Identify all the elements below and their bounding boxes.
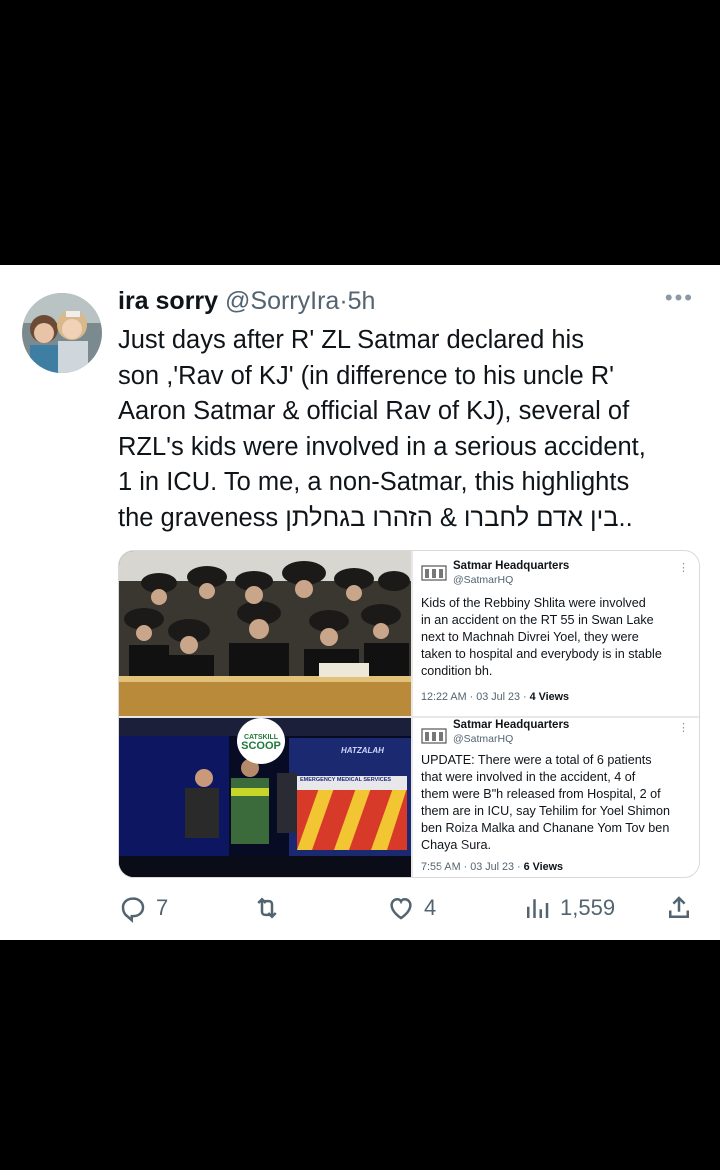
avatar-image	[22, 293, 102, 373]
reply-count: 7	[156, 895, 169, 920]
tweet-card[interactable]: ira sorry @SorryIra·5h ••• Just days aft…	[0, 265, 720, 940]
tweet-time[interactable]: 5h	[348, 287, 376, 315]
photo-gathering-image	[119, 551, 411, 716]
catskill-badge-bottom: SCOOP	[241, 740, 281, 752]
embedded-views: 6 Views	[523, 861, 564, 873]
embedded-meta: 12:22 AM · 03 Jul 23 · 4 Views	[421, 691, 569, 703]
tweet-text-line: RZL's kids were involved in a serious ac…	[118, 432, 646, 461]
photo-accident-scene[interactable]: CATSKILL SCOOP HATZALAH EMERGENCY MEDICA…	[119, 718, 411, 877]
satmar-logo-icon	[421, 565, 447, 581]
embedded-tweet-2[interactable]: Satmar Headquarters @SatmarHQ ⋮ UPDATE: …	[413, 718, 699, 877]
embedded-line: ben Roiza Malka and Chanane Yom Tov ben	[421, 821, 670, 835]
embedded-account-name: Satmar Headquarters	[453, 560, 570, 572]
views-button[interactable]: 1,559	[522, 893, 615, 923]
embedded-more-icon: ⋮	[678, 562, 689, 574]
photo-gathering[interactable]	[119, 551, 411, 716]
embedded-tweet-body: UPDATE: There were a total of 6 patients…	[421, 752, 693, 854]
bottom-black-bar	[0, 940, 720, 1170]
tweet-text-line: the graveness בין אדם לחברו & הזהרו בגחל…	[118, 503, 633, 532]
top-black-bar	[0, 0, 720, 265]
reply-icon	[121, 897, 145, 923]
display-name[interactable]: ira sorry	[118, 287, 218, 315]
reply-button[interactable]: 7	[118, 893, 168, 923]
embedded-account-handle: @SatmarHQ	[453, 574, 514, 586]
views-chart-icon	[527, 899, 549, 918]
tweet-text-line: Aaron Satmar & official Rav of KJ), seve…	[118, 397, 630, 425]
tweet-text: Just days after R' ZL Satmar declared hi…	[118, 323, 703, 536]
retweet-button[interactable]	[252, 893, 290, 923]
embedded-line: taken to hospital and everybody is in st…	[421, 647, 662, 661]
embedded-account-name: Satmar Headquarters	[453, 719, 570, 731]
embedded-line: Kids of the Rebbiny Shlita were involved	[421, 596, 646, 610]
avatar[interactable]	[22, 293, 102, 373]
embedded-tweet-body: Kids of the Rebbiny Shlita were involved…	[421, 595, 693, 680]
heart-icon	[390, 897, 412, 920]
tweet-text-line: son ,'Rav of KJ' (in difference to his u…	[118, 361, 615, 390]
embedded-views: 4 Views	[529, 691, 570, 703]
share-button[interactable]	[664, 893, 694, 923]
embedded-tweet-1[interactable]: Satmar Headquarters @SatmarHQ ⋮ Kids of …	[413, 551, 699, 716]
tweet-text-line: 1 in ICU. To me, a non-Satmar, this high…	[118, 468, 630, 496]
user-handle[interactable]: @SorryIra	[225, 287, 339, 315]
satmar-logo-icon	[421, 728, 447, 744]
more-horizontal-icon[interactable]: •••	[665, 285, 694, 311]
tweet-text-line: Just days after R' ZL Satmar declared hi…	[118, 326, 584, 354]
ambulance-side-text: EMERGENCY MEDICAL SERVICES	[300, 777, 392, 783]
embedded-line: next to Machnah Divrei Yoel, they were	[421, 630, 639, 644]
embedded-meta-time: 7:55 AM · 03 Jul 23 ·	[421, 861, 524, 873]
embedded-meta: 7:55 AM · 03 Jul 23 · 6 Views	[421, 861, 563, 873]
embedded-meta-time: 12:22 AM · 03 Jul 23 ·	[421, 691, 530, 703]
tweet-header: ira sorry @SorryIra·5h	[118, 287, 678, 316]
tweet-actions: 7 4 1,559	[0, 885, 720, 935]
tweet-media[interactable]: CATSKILL SCOOP HATZALAH EMERGENCY MEDICA…	[118, 550, 700, 878]
embedded-more-icon: ⋮	[678, 722, 689, 734]
catskill-scoop-logo: CATSKILL SCOOP	[237, 718, 285, 764]
embedded-line: UPDATE: There were a total of 6 patients	[421, 753, 652, 767]
embedded-line: condition bh.	[421, 664, 493, 678]
share-icon	[669, 896, 689, 918]
embedded-line: in an accident on the RT 55 in Swan Lake	[421, 613, 654, 627]
like-count: 4	[424, 895, 437, 920]
embedded-line: that were involved in the accident, 4 of	[421, 770, 636, 784]
embedded-line: them are in ICU, say Tehilim for Yoel Sh…	[421, 804, 670, 818]
views-count: 1,559	[560, 895, 616, 920]
retweet-icon	[257, 897, 277, 919]
embedded-line: Chaya Sura.	[421, 838, 492, 852]
embedded-account-handle: @SatmarHQ	[453, 733, 514, 745]
embedded-line: them were B"h released from Hospital, 2 …	[421, 787, 661, 801]
ambulance-text: HATZALAH	[341, 746, 384, 755]
like-button[interactable]: 4	[386, 893, 436, 923]
header-separator: ·	[339, 287, 348, 315]
